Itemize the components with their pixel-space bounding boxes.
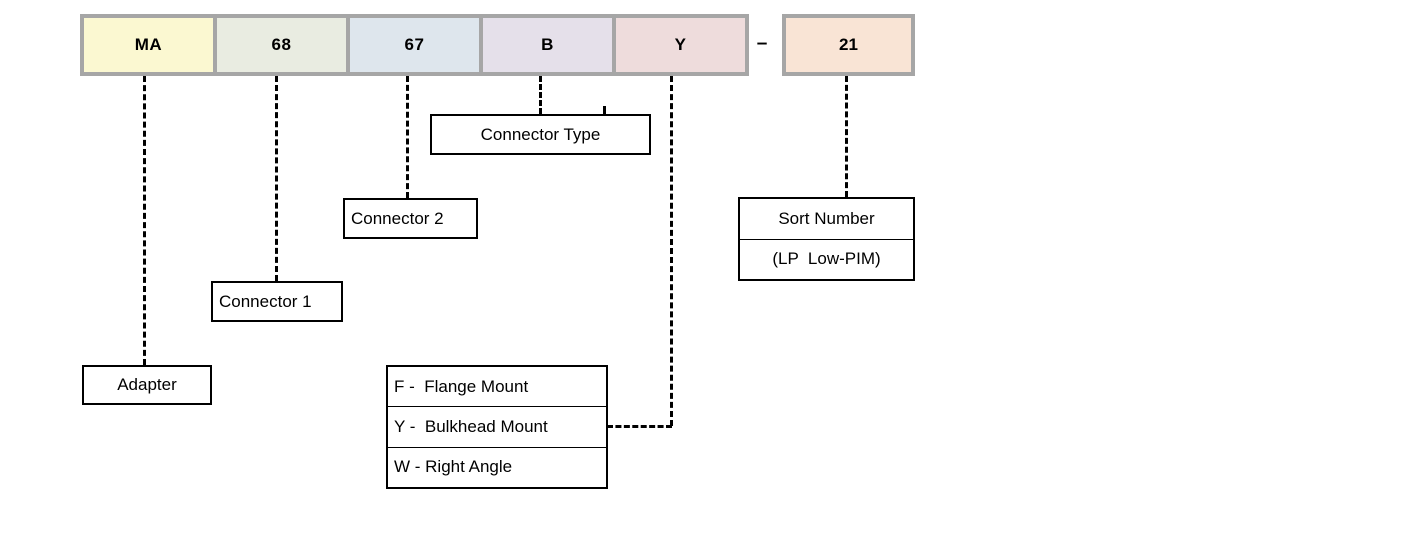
callout-connector-1-line: Connector 1	[219, 291, 312, 311]
callout-connector-type: Connector Type	[430, 114, 651, 155]
callout-mount-option-flange: F - Flange Mount	[394, 376, 529, 396]
connector-line-mount-vertical	[670, 76, 673, 426]
connector-line-connector-type	[539, 76, 542, 114]
part-number-segment-connector-type: B	[483, 18, 612, 72]
callout-connector-1: Connector 1	[211, 281, 343, 322]
callout-connector-2: Connector 2	[343, 198, 478, 239]
part-number-segment-sort-number: 21	[782, 14, 915, 76]
part-number-segment-connector-1: 68	[217, 18, 346, 72]
callout-mount-option-right-angle: W - Right Angle	[388, 446, 606, 487]
part-number-breakdown-diagram: MA 68 67 B Y – 21 Connector Type Connect…	[0, 0, 1402, 538]
callout-connector-2-line: Connector 2	[351, 208, 444, 228]
callout-mount-option-bulkhead: Y - Bulkhead Mount	[388, 406, 606, 446]
connector-line-adapter	[143, 76, 146, 365]
callout-adapter: Adapter	[82, 365, 212, 405]
part-number-segment-connector-2: 67	[350, 18, 479, 72]
part-number-separator-dash: –	[756, 33, 768, 54]
callout-sort-number-detail: (LP Low-PIM)	[740, 238, 913, 280]
callout-sort-number: Sort Number (LP Low-PIM)	[738, 197, 915, 281]
part-number-segment-mount-style: Y	[616, 18, 745, 72]
connector-line-sort-number	[845, 76, 848, 197]
callout-adapter-line: Adapter	[117, 375, 177, 394]
callout-mount-options: F - Flange Mount Y - Bulkhead Mount W - …	[386, 365, 608, 489]
callout-connector-type-line: Connector Type	[480, 124, 601, 144]
connector-line-connector-2	[406, 76, 409, 198]
connector-line-connector-1	[275, 76, 278, 281]
connector-line-mount-horizontal	[607, 425, 672, 428]
callout-sort-number-title: Sort Number	[778, 208, 875, 228]
part-number-strip: MA 68 67 B Y	[80, 14, 749, 76]
connector-line-stub	[603, 106, 606, 114]
part-number-segment-adapter: MA	[84, 18, 213, 72]
